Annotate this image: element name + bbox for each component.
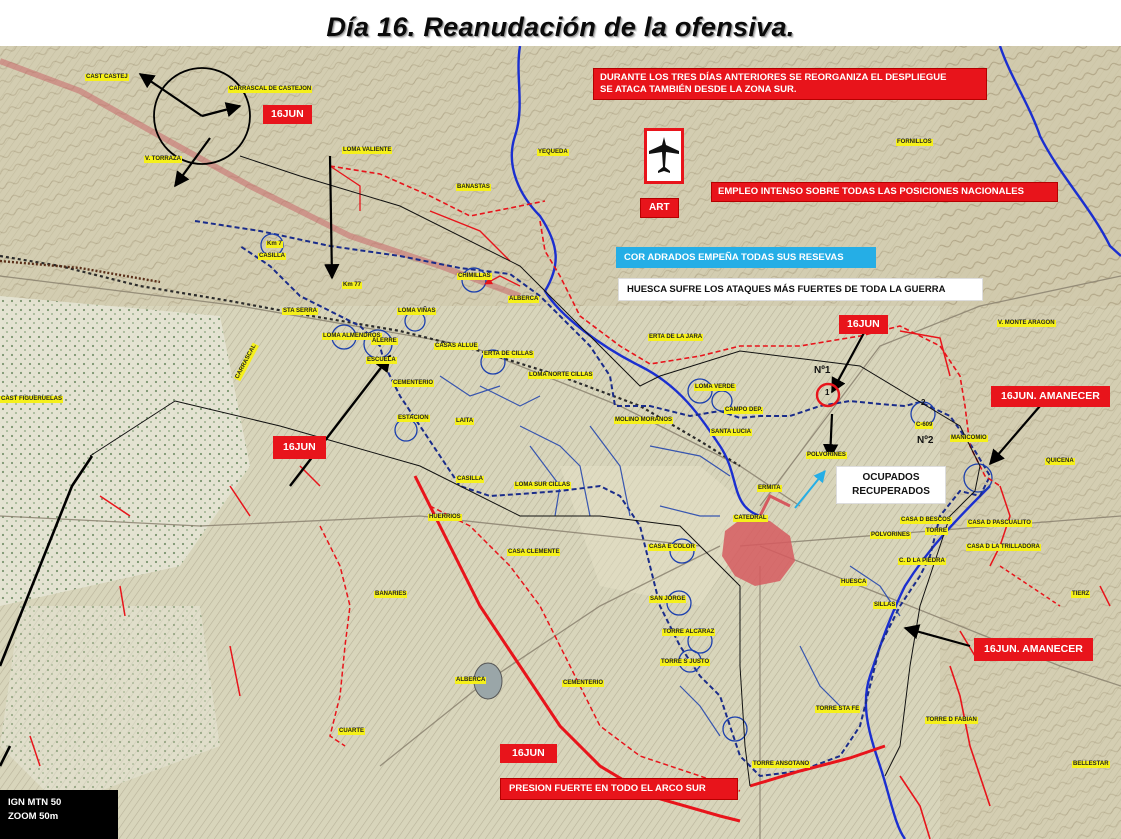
aircraft-box xyxy=(644,128,684,184)
place-label: C-609 xyxy=(915,422,934,429)
place-label: MANICOMIO xyxy=(950,435,988,442)
place-label: CASILLA xyxy=(456,476,484,483)
place-label: Km 77 xyxy=(342,282,363,289)
place-label: TORRE D FABIAN xyxy=(925,717,978,724)
ocupados-label: OCUPADOS xyxy=(862,472,920,483)
place-label: CATEDRAL xyxy=(733,515,768,522)
place-label: CASAS ALLUE xyxy=(434,343,479,350)
place-label: BELLESTAR xyxy=(1072,761,1110,768)
place-label: CAST CASTEJ xyxy=(85,74,129,81)
place-label: CARRASCAL DE CASTEJON xyxy=(228,86,313,93)
marker-n2: Nº2 xyxy=(917,435,934,446)
place-label: SAN JORGE xyxy=(649,596,687,603)
place-label: LOMA VIÑAS xyxy=(397,308,437,315)
place-label: CASA D BESCOS xyxy=(900,517,952,524)
map-canvas[interactable]: CAST CASTEJ CARRASCAL DE CASTEJON V. TORRA… xyxy=(0,46,1121,839)
place-label: FORNILLOS xyxy=(896,139,933,146)
place-label: TORRE xyxy=(925,528,948,535)
ocupados-box: OCUPADOS RECUPERADOS xyxy=(836,466,946,504)
place-label: TORRE ANSOTANO xyxy=(752,761,811,768)
place-label: Km 7 xyxy=(266,241,283,248)
place-label: LOMA NORTE CILLAS xyxy=(528,372,594,379)
place-label: ERTA DE LA JARA xyxy=(648,334,704,341)
place-label: HUESCA xyxy=(840,579,868,586)
place-label: BANARIES xyxy=(374,591,408,598)
aircraft-icon xyxy=(649,137,679,173)
place-label: ALBERCA xyxy=(508,296,540,303)
date-box-ne: 16JUN xyxy=(839,315,888,334)
huesca-sufre-box: HUESCA SUFRE LOS ATAQUES MÁS FUERTES DE … xyxy=(618,278,983,301)
date-box-amanecer-se: 16JUN. AMANECER xyxy=(974,638,1093,661)
place-label: STA SERRA xyxy=(282,308,319,315)
empleo-box: EMPLEO INTENSO SOBRE TODAS LAS POSICIONE… xyxy=(711,182,1058,202)
place-label: ERMITA xyxy=(757,485,782,492)
place-label: LAITA xyxy=(455,418,475,425)
cor-adrados-box: COR ADRADOS EMPEÑA TODAS SUS RESEVAS xyxy=(616,247,876,268)
art-box: ART xyxy=(640,198,679,218)
place-label: CEMENTERIO xyxy=(392,380,435,387)
place-label: ESCUELA xyxy=(366,357,397,364)
place-label: TORRE S JUSTO xyxy=(660,659,711,666)
date-box-s: 16JUN xyxy=(500,744,557,763)
date-box-nw: 16JUN xyxy=(263,105,312,124)
reorganiza-line-1: DURANTE LOS TRES DÍAS ANTERIORES SE REOR… xyxy=(600,72,947,83)
place-label: LOMA VALIENTE xyxy=(342,147,393,154)
page-title: Día 16. Reanudación de la ofensiva. xyxy=(326,12,795,42)
place-label: V. TORRAZA xyxy=(144,156,183,163)
place-label: CASILLA xyxy=(258,253,286,260)
place-label: POLVORINES xyxy=(806,452,847,459)
date-box-w: 16JUN xyxy=(273,436,326,459)
place-label: ESTACION xyxy=(397,415,430,422)
place-label: CEMENTERIO xyxy=(562,680,605,687)
place-label: LOMA VERDE xyxy=(694,384,736,391)
place-label: POLVORINES xyxy=(870,532,911,539)
marker-two: 2 xyxy=(921,398,926,407)
place-label: TIERZ xyxy=(1071,591,1091,598)
zoom-label: ZOOM 50m xyxy=(8,811,59,822)
place-label: ALERRE xyxy=(371,338,398,345)
marker-n1: Nº1 xyxy=(814,365,831,376)
place-label: CASA CLEMENTE xyxy=(507,549,561,556)
place-label: YEQUEDA xyxy=(537,149,569,156)
place-label: ERTA DE CILLAS xyxy=(483,351,534,358)
place-label: TORRE STA FE xyxy=(815,706,861,713)
place-label: ALBERCA xyxy=(455,677,487,684)
place-label: CASA E COLOR xyxy=(648,544,696,551)
place-label: QUICENA xyxy=(1045,458,1075,465)
place-label: C. D LA PIEDRA xyxy=(898,558,946,565)
place-label: CASA D LA TRILLADORA xyxy=(966,544,1041,551)
place-label: CASA D PASCUALITO xyxy=(967,520,1032,527)
place-label: CAMPO DEP. xyxy=(724,407,764,414)
place-label: HUERRIOS xyxy=(428,514,462,521)
place-label: CUARTE xyxy=(338,728,365,735)
place-label: V. MONTE ARAGON xyxy=(997,320,1056,327)
presion-box: PRESION FUERTE EN TODO EL ARCO SUR xyxy=(500,778,738,800)
place-label: BANASTAS xyxy=(456,184,491,191)
reorganiza-box: DURANTE LOS TRES DÍAS ANTERIORES SE REOR… xyxy=(593,68,987,100)
place-label: TORRE ALCARAZ xyxy=(662,629,716,636)
reorganiza-line-2: SE ATACA TAMBIÉN DESDE LA ZONA SUR. xyxy=(600,84,797,95)
place-label: LOMA SUR CILLAS xyxy=(514,482,572,489)
recuperados-label: RECUPERADOS xyxy=(852,486,930,497)
place-label: SANTA LUCIA xyxy=(710,429,752,436)
ign-label: IGN MTN 50 xyxy=(8,797,62,808)
place-label: CHIMILLAS xyxy=(457,273,492,280)
place-label: MOLINO MORANOS xyxy=(614,417,673,424)
place-label: CAST FIGUERUELAS xyxy=(0,396,64,403)
place-label: SILLAS xyxy=(873,602,897,609)
ign-box: IGN MTN 50 ZOOM 50m xyxy=(0,790,118,839)
marker-one: 1 xyxy=(825,388,830,397)
date-box-amanecer-e: 16JUN. AMANECER xyxy=(991,386,1110,407)
